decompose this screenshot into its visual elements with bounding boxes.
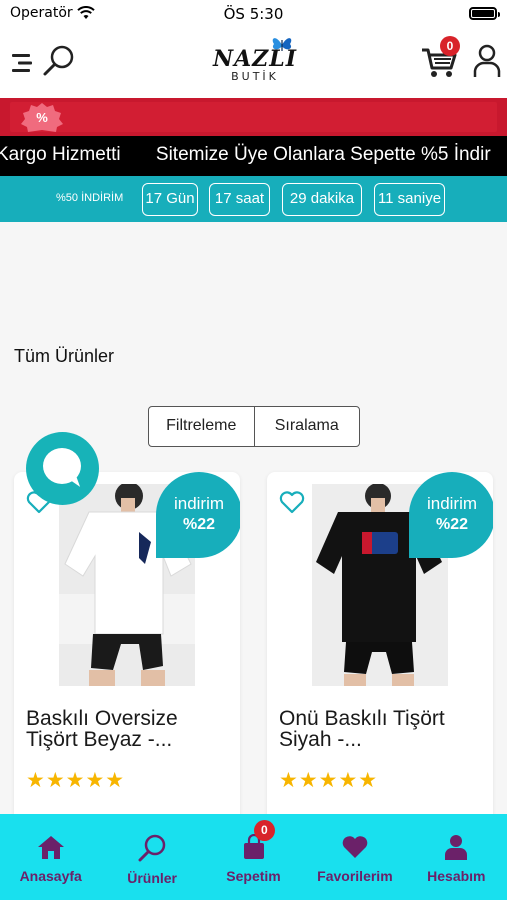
section-title: Tüm Ürünler — [14, 346, 115, 366]
discount-countdown: %50 İNDİRİM 17 Gün 17 saat 29 dakika 11 … — [0, 176, 507, 222]
app-screen: Operatör ÖS 5:30 NAZLI BUTİK 0 % Kargo H… — [0, 0, 507, 900]
discount-label: indirim — [173, 494, 225, 513]
menu-icon[interactable] — [10, 50, 36, 76]
countdown-seconds: 11 saniye — [374, 183, 445, 216]
nav-label: Favorilerim — [317, 868, 393, 884]
nav-products[interactable]: Ürünler — [101, 814, 202, 900]
app-header: NAZLI BUTİK 0 — [0, 30, 507, 98]
discount-badge: indirim %22 — [156, 472, 240, 558]
product-name[interactable]: Baskılı Oversize Tişört Beyaz -... — [26, 708, 226, 750]
cart-badge: 0 — [253, 820, 275, 841]
cart-count-badge: 0 — [440, 36, 460, 56]
nav-label: Hesabım — [427, 868, 486, 884]
favorite-heart-icon[interactable] — [279, 490, 305, 514]
percent-badge-icon: % — [21, 103, 63, 132]
nav-favorites[interactable]: Favorilerim — [304, 814, 405, 900]
nav-home[interactable]: Anasayfa — [0, 814, 101, 900]
chat-support-button[interactable] — [26, 432, 99, 505]
account-icon[interactable] — [473, 44, 501, 78]
filter-button[interactable]: Filtreleme — [149, 407, 255, 446]
filter-sort-group: Filtreleme Sıralama — [148, 406, 360, 447]
product-rating: ★★★★★ — [279, 768, 379, 792]
countdown-label: %50 İNDİRİM — [56, 192, 124, 204]
svg-text:%: % — [36, 110, 48, 125]
product-card[interactable]: indirim %22 Onü Baskılı Tişört Siyah -..… — [267, 472, 493, 832]
product-card[interactable]: indirim %22 Baskılı Oversize Tişört Beya… — [14, 472, 240, 832]
nav-account[interactable]: Hesabım — [406, 814, 507, 900]
bottom-navigation: Anasayfa Ürünler 0 Sepetim Favorilerim H… — [0, 814, 507, 900]
marquee-item: Sitemize Üye Olanlara Sepette %5 İndir — [155, 144, 491, 165]
discount-badge: indirim %22 — [409, 472, 493, 558]
discount-value: %22 — [182, 516, 216, 533]
person-icon — [445, 835, 468, 860]
promo-banner-inner — [10, 102, 497, 132]
announcement-marquee: Kargo Hizmetti Sitemize Üye Olanlara Sep… — [0, 136, 507, 176]
promo-banner[interactable]: % — [0, 98, 507, 136]
sort-button[interactable]: Sıralama — [255, 407, 360, 446]
marquee-track: Kargo Hizmetti Sitemize Üye Olanlara Sep… — [0, 144, 507, 166]
discount-value: %22 — [435, 516, 469, 533]
nav-cart[interactable]: 0 Sepetim — [203, 814, 304, 900]
marquee-item: Kargo Hizmetti — [0, 144, 121, 165]
countdown-hours: 17 saat — [209, 183, 270, 216]
discount-label: indirim — [426, 494, 478, 513]
search-icon[interactable] — [42, 44, 76, 78]
product-rating: ★★★★★ — [26, 768, 126, 792]
heart-icon — [342, 836, 368, 858]
nav-label: Anasayfa — [19, 868, 82, 884]
countdown-minutes: 29 dakika — [282, 183, 362, 216]
home-icon — [37, 836, 64, 859]
battery-icon — [469, 7, 500, 20]
nav-label: Sepetim — [226, 868, 281, 884]
status-bar: Operatör ÖS 5:30 — [0, 0, 507, 30]
brand-logo[interactable]: NAZLI BUTİK — [200, 32, 310, 96]
product-name[interactable]: Onü Baskılı Tişört Siyah -... — [279, 708, 479, 750]
butterfly-icon — [272, 38, 292, 51]
nav-label: Ürünler — [127, 870, 177, 886]
clock: ÖS 5:30 — [223, 5, 284, 23]
countdown-days: 17 Gün — [142, 183, 198, 216]
search-icon — [138, 834, 166, 862]
